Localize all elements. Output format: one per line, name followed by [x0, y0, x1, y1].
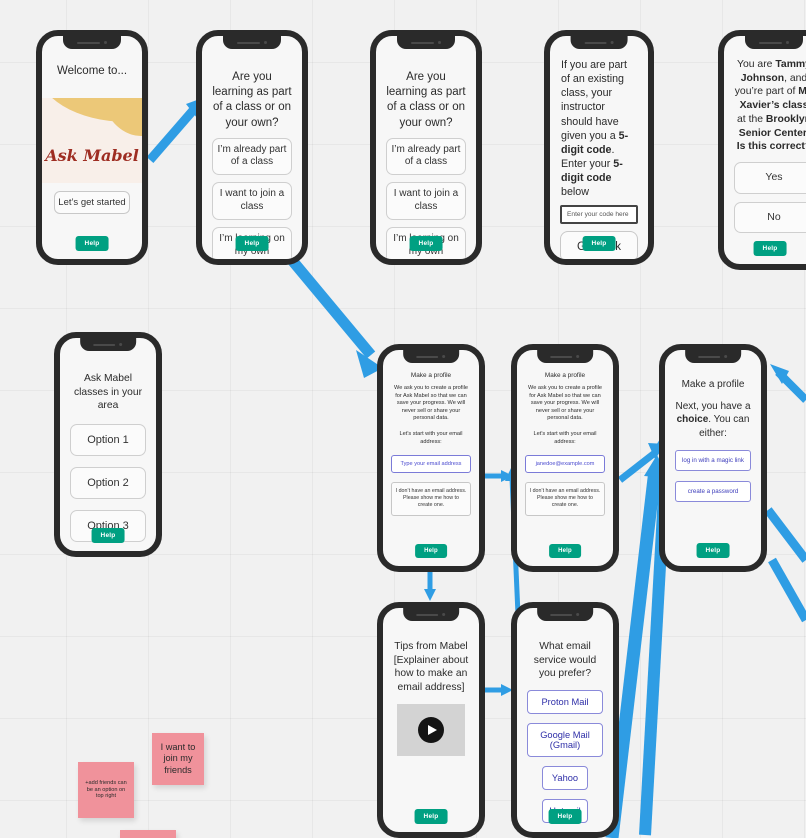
option-yes[interactable]: Yes [734, 162, 806, 194]
help-button[interactable]: Help [75, 236, 109, 251]
help-button[interactable]: Help [235, 236, 269, 251]
classes-title: Ask Mabel classes in your area [73, 373, 143, 412]
help-button[interactable]: Help [415, 544, 447, 558]
screen-profile-email-filled[interactable]: Make a profile We ask you to create a pr… [511, 344, 619, 572]
play-icon[interactable] [417, 717, 444, 744]
code-input[interactable]: Enter your code here [560, 205, 638, 225]
confirm-text-4: Is this correct? [736, 141, 806, 153]
arrow-choice-to-right-top [770, 364, 806, 403]
class-option-2[interactable]: Option 2 [70, 466, 146, 499]
choice-body: Next, you have a choice. You can either: [675, 400, 751, 440]
arrow-learning-to-profile [281, 249, 383, 378]
choice-text-1: Next, you have a [675, 401, 751, 413]
service-proton-mail[interactable]: Proton Mail [527, 689, 603, 714]
screen-profile-choice[interactable]: Make a profile Next, you have a choice. … [659, 344, 767, 572]
service-question: What email service would you prefer? [533, 641, 597, 680]
help-button[interactable]: Help [409, 236, 443, 251]
option-join-class[interactable]: I want to join a class [386, 182, 466, 220]
email-input[interactable]: Type your email address [391, 455, 471, 474]
code-instructions: If you are part of an existing class, yo… [560, 58, 638, 199]
screen-classes-in-area[interactable]: Ask Mabel classes in your area Option 1 … [54, 332, 162, 557]
option-already-in-class[interactable]: I’m already part of a class [212, 137, 292, 176]
profile-title: Make a profile [544, 372, 586, 379]
help-button[interactable]: Help [753, 241, 787, 256]
sticky-note-third[interactable] [120, 830, 176, 838]
magic-link-button[interactable]: log in with a magic link [675, 449, 751, 471]
no-email-option[interactable]: I don’t have an email address. Please sh… [525, 482, 605, 516]
screen-email-service[interactable]: What email service would you prefer? Pro… [511, 602, 619, 838]
tips-title: Tips from Mabel [Explainer about how to … [393, 641, 469, 693]
learning-question: Are you learning as part of a class or o… [212, 71, 292, 129]
confirm-text-1: You are [737, 59, 776, 70]
get-started-button[interactable]: Let’s get started [54, 191, 130, 214]
screen-confirm-identity[interactable]: You are Tammy Johnson, and you’re part o… [718, 30, 806, 270]
profile-body: We ask you to create a profile for Ask M… [528, 385, 602, 421]
welcome-title: Welcome to... [56, 65, 128, 77]
video-thumbnail[interactable] [396, 704, 466, 757]
service-google-mail[interactable]: Google Mail (Gmail) [527, 722, 603, 757]
option-join-class[interactable]: I want to join a class [212, 182, 292, 220]
choice-strong: choice [676, 414, 709, 426]
confirm-text-3: at the [737, 113, 766, 125]
help-button[interactable]: Help [548, 809, 582, 824]
sticky-note-join-friends[interactable]: I want to join my friends [152, 733, 204, 785]
screen-learning-a[interactable]: Are you learning as part of a class or o… [196, 30, 308, 265]
profile-title: Make a profile [681, 379, 745, 390]
option-no[interactable]: No [734, 201, 806, 234]
confirm-text: You are Tammy Johnson, and you’re part o… [734, 58, 806, 154]
help-button[interactable]: Help [91, 528, 125, 543]
screen-enter-code[interactable]: If you are part of an existing class, yo… [544, 30, 654, 265]
profile-title: Make a profile [410, 372, 452, 379]
flow-canvas[interactable]: Welcome to... Ask Mabel Let’s get starte… [0, 0, 806, 838]
code-text-3: below [561, 186, 589, 199]
profile-email-prompt: Let’s start with your email address: [533, 431, 597, 445]
screen-learning-b[interactable]: Are you learning as part of a class or o… [370, 30, 482, 265]
screen-welcome[interactable]: Welcome to... Ask Mabel Let’s get starte… [36, 30, 148, 265]
service-yahoo[interactable]: Yahoo [542, 765, 588, 790]
profile-email-prompt: Let’s start with your email address: [399, 431, 463, 445]
help-button[interactable]: Help [414, 809, 448, 824]
arrow-tips-to-service [482, 684, 513, 696]
sticky-note-add-friends[interactable]: +add friends can be an option on top rig… [78, 762, 134, 818]
code-text-1: If you are part of an existing class, yo… [561, 59, 627, 142]
help-button[interactable]: Help [696, 543, 730, 558]
arrow-choice-to-right-bottom [764, 507, 806, 563]
email-input[interactable]: janedoe@example.com [525, 455, 605, 474]
option-already-in-class[interactable]: I’m already part of a class [386, 137, 466, 176]
screen-tips-video[interactable]: Tips from Mabel [Explainer about how to … [377, 602, 485, 838]
no-email-option[interactable]: I don’t have an email address. Please sh… [391, 482, 471, 516]
welcome-hero-graphic: Ask Mabel [42, 98, 142, 183]
learning-question: Are you learning as part of a class or o… [386, 71, 466, 129]
arrow-choice-to-bottom-right [768, 557, 806, 623]
profile-body: We ask you to create a profile for Ask M… [394, 385, 468, 421]
create-password-button[interactable]: create a password [675, 480, 751, 502]
screen-profile-email-empty[interactable]: Make a profile We ask you to create a pr… [377, 344, 485, 572]
help-button[interactable]: Help [582, 236, 616, 251]
brand-logo: Ask Mabel [45, 146, 139, 165]
help-button[interactable]: Help [549, 544, 581, 558]
class-option-1[interactable]: Option 1 [70, 423, 146, 456]
